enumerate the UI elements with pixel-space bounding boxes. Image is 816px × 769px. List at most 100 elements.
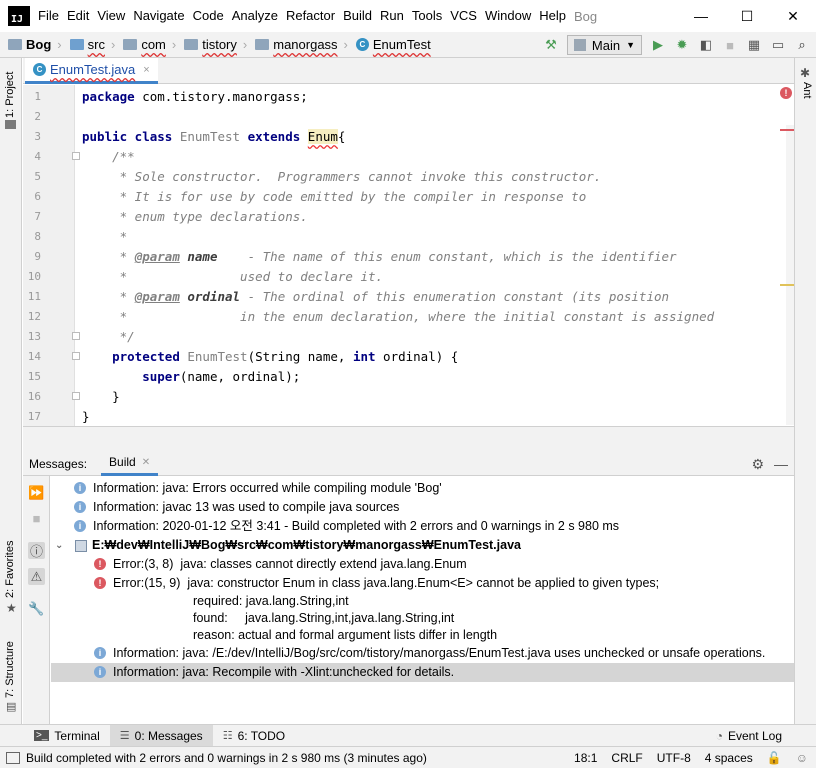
line-number: 12 (27, 310, 41, 323)
bottom-tool-bar: >_ Terminal ☰ 0: Messages ☷ 6: TODO ◔ Event … (0, 724, 816, 747)
tab-build[interactable]: Build ✕ (101, 452, 159, 476)
message-row[interactable]: i Information: java: Errors occurred whil… (51, 479, 794, 498)
menu-run[interactable]: Run (376, 0, 408, 32)
minimize-button[interactable]: — (678, 0, 724, 32)
breadcrumb-com[interactable]: com › (115, 37, 176, 52)
tab-event-log[interactable]: ◔ Event Log (706, 725, 792, 747)
search-icon[interactable]: ⌕ (794, 37, 810, 53)
close-tab-icon[interactable]: × (143, 64, 149, 76)
chevron-down-icon: ▼ (626, 40, 635, 50)
class-icon: C (33, 63, 46, 76)
file-encoding[interactable]: UTF-8 (657, 751, 691, 765)
menu-window[interactable]: Window (481, 0, 535, 32)
menu-refactor[interactable]: Refactor (282, 0, 339, 32)
breadcrumb-enumtest[interactable]: C EnumTest (348, 37, 431, 52)
menu-navigate[interactable]: Navigate (129, 0, 188, 32)
window-controls: — ☐ ✕ (678, 0, 816, 32)
code-area[interactable]: package com.tistory.manorgass; public cl… (82, 85, 780, 426)
code-line-17: } (82, 409, 90, 424)
chevron-down-icon[interactable]: ⌄ (55, 536, 63, 555)
panel-splitter[interactable] (23, 426, 794, 452)
menu-file[interactable]: File (34, 0, 63, 32)
menu-edit[interactable]: Edit (63, 0, 93, 32)
breadcrumb-tistory[interactable]: tistory › (176, 37, 247, 52)
close-button[interactable]: ✕ (770, 0, 816, 32)
tab-project[interactable]: 1: Project (4, 72, 16, 118)
message-row[interactable]: i Information: javac 13 was used to compi… (51, 498, 794, 517)
maximize-button[interactable]: ☐ (724, 0, 770, 32)
lock-icon[interactable]: 🔓 (767, 751, 782, 765)
breadcrumb-manorgass[interactable]: manorgass › (247, 37, 348, 52)
error-stripe-marker[interactable] (780, 129, 794, 131)
message-row[interactable]: i Information: java: /E:/dev/IntelliJ/Bog… (51, 644, 794, 663)
rerun-icon[interactable]: ⏩ (28, 484, 45, 501)
line-number: 6 (34, 190, 41, 203)
fold-marker-icon[interactable] (72, 152, 80, 160)
message-row[interactable]: ! Error:(15, 9) java: constructor Enum in… (51, 574, 794, 593)
menu-help[interactable]: Help (535, 0, 570, 32)
editor-scrollbar[interactable] (786, 125, 794, 425)
breadcrumb-src[interactable]: src › (62, 37, 115, 52)
line-separator[interactable]: CRLF (611, 751, 642, 765)
run-config-select[interactable]: Main ▼ (566, 35, 642, 55)
fold-marker-icon[interactable] (72, 352, 80, 360)
message-row-selected[interactable]: i Information: java: Recompile with -Xlin… (51, 663, 794, 682)
messages-icon: ☰ (119, 730, 130, 742)
file-node[interactable]: ⌄ E:₩dev₩IntelliJ₩Bog₩src₩com₩tistory₩man… (51, 536, 794, 555)
line-number: 5 (34, 170, 41, 183)
coverage-icon[interactable]: ◧ (698, 37, 714, 53)
line-number: 7 (34, 210, 41, 223)
tab-ant[interactable]: Ant (801, 82, 813, 99)
code-editor[interactable]: 1 2 3 4 5 6 7 8 9 10 11 12 13 14 15 16 17 package com.ti… (23, 85, 794, 426)
wrench-icon[interactable]: 🔧 (28, 600, 45, 617)
code-line-8: * (82, 229, 128, 244)
run-icon[interactable]: ▶ (650, 37, 666, 53)
show-warnings-icon[interactable]: ⚠ (28, 568, 45, 585)
menu-view[interactable]: View (93, 0, 129, 32)
inspector-icon[interactable]: ☺ (796, 751, 808, 765)
tab-terminal[interactable]: >_ Terminal (24, 725, 110, 747)
menu-code[interactable]: Code (189, 0, 228, 32)
error-indicator-icon[interactable]: ! (780, 87, 792, 99)
line-number: 8 (34, 230, 41, 243)
caret-position[interactable]: 18:1 (574, 751, 597, 765)
info-icon: i (74, 520, 86, 532)
package-icon (184, 39, 199, 50)
breadcrumb-bog[interactable]: Bog › (0, 37, 62, 52)
code-line-11: * @param ordinal - The ordinal of this e… (82, 289, 670, 304)
editor-tab-bar: C EnumTest.java × (23, 58, 794, 84)
tab-enumtest[interactable]: C EnumTest.java × (25, 58, 158, 84)
stop-icon[interactable]: ■ (28, 510, 45, 527)
close-tab-icon[interactable]: ✕ (142, 457, 150, 468)
menu-tools[interactable]: Tools (408, 0, 446, 32)
tab-messages[interactable]: ☰ 0: Messages (109, 724, 213, 747)
menu-vcs[interactable]: VCS (446, 0, 481, 32)
fold-marker-icon[interactable] (72, 392, 80, 400)
toggle-toolbar-icon[interactable]: ▭ (770, 37, 786, 53)
debug-icon[interactable]: ✹ (674, 37, 690, 53)
menu-analyze[interactable]: Analyze (228, 0, 282, 32)
show-info-icon[interactable]: ⓘ (28, 542, 45, 559)
tab-structure[interactable]: 7: Structure (4, 641, 16, 698)
menu-build[interactable]: Build (339, 0, 376, 32)
stop-icon[interactable]: ■ (722, 37, 738, 53)
build-hammer-icon[interactable]: ⚒ (543, 37, 559, 53)
line-number: 1 (34, 90, 41, 103)
fold-marker-icon[interactable] (72, 332, 80, 340)
tab-favorites[interactable]: 2: Favorites (4, 541, 16, 598)
gear-icon[interactable]: ⚙ (751, 456, 764, 473)
line-number: 10 (27, 270, 41, 283)
project-structure-icon[interactable]: ▦ (746, 37, 762, 53)
line-number: 15 (27, 370, 41, 383)
status-message[interactable]: Build completed with 2 errors and 0 warn… (26, 751, 427, 765)
toggle-tool-windows-icon[interactable] (6, 751, 20, 764)
tab-todo[interactable]: ☷ 6: TODO (213, 725, 295, 747)
indent-setting[interactable]: 4 spaces (705, 751, 753, 765)
warning-stripe-marker[interactable] (780, 284, 794, 286)
message-row[interactable]: ! Error:(3, 8) java: classes cannot direc… (51, 555, 794, 574)
application-icon (573, 39, 586, 51)
code-line-12: * in the enum declaration, where the ini… (82, 309, 715, 324)
hide-panel-icon[interactable]: — (774, 456, 788, 472)
message-row[interactable]: i Information: 2020-01-12 오전 3:41 - Build… (51, 517, 794, 536)
toolbar: ⚒ Main ▼ ▶ ✹ ◧ ■ ▦ ▭ ⌕ (543, 32, 810, 58)
